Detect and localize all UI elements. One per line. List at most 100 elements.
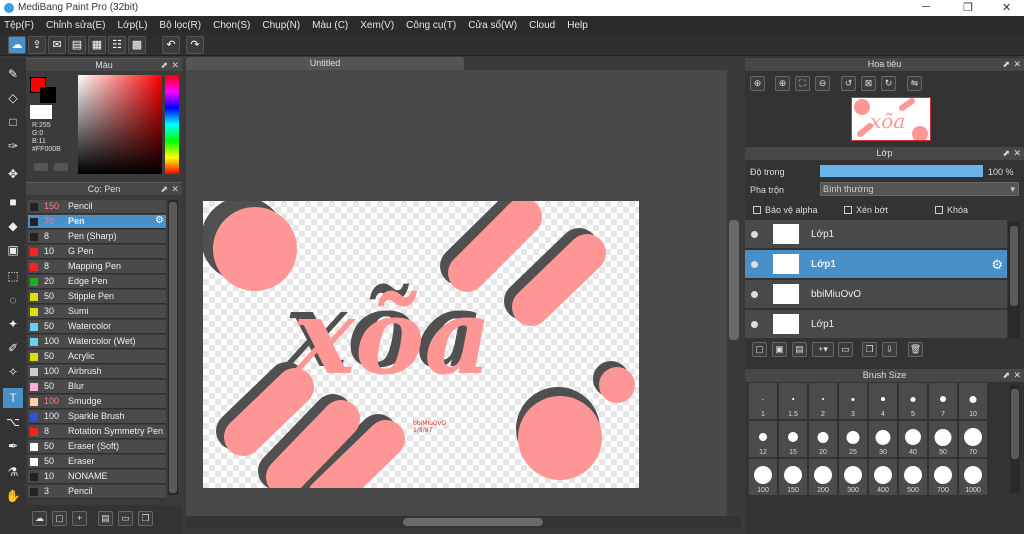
brush-item[interactable]: 10 NONAME bbox=[28, 470, 166, 484]
brush-settings-icon[interactable]: ▤ bbox=[98, 511, 113, 526]
brush-item[interactable]: 8 Rotation Symmetry Pen bbox=[28, 425, 166, 439]
magic-wand-icon[interactable]: ✦ bbox=[3, 314, 23, 334]
duplicate-layer-icon[interactable]: ❐ bbox=[862, 342, 877, 357]
menu-help[interactable]: Help bbox=[567, 20, 588, 31]
fill-rect-tool-icon[interactable]: ■ bbox=[3, 192, 23, 212]
menu-view[interactable]: Xem(V) bbox=[360, 20, 394, 31]
folder-icon[interactable]: ▭ bbox=[838, 342, 853, 357]
brush-size-cell[interactable]: 700 bbox=[929, 459, 957, 495]
canvas-vertical-scrollbar[interactable] bbox=[727, 70, 741, 516]
brush-item[interactable]: 50 Eraser bbox=[28, 455, 166, 469]
menu-edit[interactable]: Chỉnh sửa(E) bbox=[46, 20, 106, 31]
cloud-icon[interactable]: ☁ bbox=[8, 36, 26, 54]
redo-icon[interactable]: ↷ bbox=[186, 36, 204, 54]
folder-icon[interactable]: ▭ bbox=[118, 511, 133, 526]
transparent-swatch[interactable] bbox=[30, 105, 52, 119]
gear-icon[interactable]: ⚙ bbox=[991, 257, 1003, 273]
zoom-in-icon[interactable]: ⊕ bbox=[750, 76, 765, 91]
brush-item[interactable]: 10 G Pen bbox=[28, 245, 166, 259]
document-tab[interactable]: Untitled bbox=[186, 57, 464, 70]
brush-size-cell[interactable]: 7 bbox=[929, 383, 957, 419]
bucket-tool-icon[interactable]: ◆ bbox=[3, 216, 23, 236]
rotate-right-icon[interactable]: ↻ bbox=[881, 76, 896, 91]
flip-icon[interactable]: ⇋ bbox=[907, 76, 922, 91]
lock-checkbox[interactable] bbox=[935, 206, 943, 214]
brush-item[interactable]: 50 Stipple Pen bbox=[28, 290, 166, 304]
visibility-icon[interactable] bbox=[751, 231, 758, 238]
new-brush-icon[interactable]: ▢ bbox=[52, 511, 67, 526]
visibility-icon[interactable] bbox=[751, 261, 758, 268]
zoom-in-2-icon[interactable]: ⊕ bbox=[775, 76, 790, 91]
gradient-tool-icon[interactable]: ▣ bbox=[3, 240, 23, 260]
new-layer-icon[interactable]: ▢ bbox=[752, 342, 767, 357]
new-halftone-layer-icon[interactable]: ▣ bbox=[772, 342, 787, 357]
brush-size-cell[interactable]: 5 bbox=[899, 383, 927, 419]
brush-size-cell[interactable]: 10 bbox=[959, 383, 987, 419]
brush-item[interactable]: 8 Pen (Sharp) bbox=[28, 230, 166, 244]
restore-button[interactable]: ❐ bbox=[963, 1, 973, 14]
brush-item[interactable]: 100 Sparkle Brush bbox=[28, 410, 166, 424]
brush-item[interactable]: 100 Watercolor (Wet) bbox=[28, 335, 166, 349]
undo-icon[interactable]: ↶ bbox=[162, 36, 180, 54]
divide-tool-icon[interactable]: ⌥ bbox=[3, 412, 23, 432]
layer-row[interactable]: Lớp1 bbox=[745, 310, 1007, 339]
zoom-out-icon[interactable]: ⊖ bbox=[815, 76, 830, 91]
message-icon[interactable]: ▤ bbox=[68, 36, 86, 54]
brush-size-cell[interactable]: 70 bbox=[959, 421, 987, 457]
brush-size-cell[interactable]: 20 bbox=[809, 421, 837, 457]
brush-list-scrollbar[interactable] bbox=[168, 200, 178, 495]
grid-icon[interactable]: ▩ bbox=[128, 36, 146, 54]
menu-window[interactable]: Cửa sổ(W) bbox=[468, 20, 517, 31]
brush-size-cell[interactable]: 15 bbox=[779, 421, 807, 457]
brush-size-cell[interactable]: 50 bbox=[929, 421, 957, 457]
brush-size-cell[interactable]: 25 bbox=[839, 421, 867, 457]
comment-icon[interactable]: ✉ bbox=[48, 36, 66, 54]
background-color-swatch[interactable] bbox=[40, 87, 56, 103]
brush-size-cell[interactable]: 150 bbox=[779, 459, 807, 495]
brush-item[interactable]: 20 Edge Pen bbox=[28, 275, 166, 289]
eraser-tool-icon[interactable]: ◇ bbox=[3, 88, 23, 108]
menu-layer[interactable]: Lớp(L) bbox=[118, 20, 148, 31]
lasso-tool-icon[interactable]: ◌ bbox=[3, 290, 23, 310]
menu-color[interactable]: Màu (C) bbox=[312, 20, 348, 31]
close-panel-icon[interactable]: ✕ bbox=[1013, 147, 1021, 160]
close-panel-icon[interactable]: ✕ bbox=[1013, 58, 1021, 71]
select-eraser-icon[interactable]: ✧ bbox=[3, 362, 23, 382]
brush-size-cell[interactable]: 30 bbox=[869, 421, 897, 457]
vertical-scroll-thumb[interactable] bbox=[729, 220, 739, 340]
add-brush-icon[interactable]: + bbox=[72, 511, 87, 526]
brush-size-cell[interactable]: 3 bbox=[839, 383, 867, 419]
brush-size-cell[interactable]: 500 bbox=[899, 459, 927, 495]
navigator-preview[interactable]: xõa bbox=[851, 97, 931, 142]
canvas-horizontal-scrollbar[interactable] bbox=[186, 516, 741, 528]
list-icon[interactable]: ☷ bbox=[108, 36, 126, 54]
move-tool-icon[interactable]: ✥ bbox=[3, 164, 23, 184]
brush-size-cell[interactable]: 400 bbox=[869, 459, 897, 495]
brush-item[interactable]: 8 Mapping Pen bbox=[28, 260, 166, 274]
brush-size-cell[interactable]: 1000 bbox=[959, 459, 987, 495]
brush-item[interactable]: 50 Eraser (Soft) bbox=[28, 440, 166, 454]
add-layer-menu-icon[interactable]: +▾ bbox=[812, 342, 834, 357]
cloud-brush-icon[interactable]: ☁ bbox=[32, 511, 47, 526]
brush-item[interactable]: 50 Acrylic bbox=[28, 350, 166, 364]
brush-size-cell[interactable]: 100 bbox=[749, 459, 777, 495]
expand-icon[interactable]: ⬈ bbox=[1002, 147, 1010, 160]
text-tool-icon[interactable]: T bbox=[3, 388, 23, 408]
select-tool-icon[interactable]: ⬚ bbox=[3, 266, 23, 286]
minimize-button[interactable]: ─ bbox=[922, 1, 930, 13]
protect-alpha-checkbox[interactable] bbox=[753, 206, 761, 214]
brush-size-scrollbar[interactable] bbox=[1010, 385, 1020, 493]
brush-item[interactable]: 50 Blur bbox=[28, 380, 166, 394]
brush-size-cell[interactable]: 12 bbox=[749, 421, 777, 457]
new-8bit-layer-icon[interactable]: ▤ bbox=[792, 342, 807, 357]
delete-layer-icon[interactable]: 🗑 bbox=[908, 342, 923, 357]
brush-size-cell[interactable]: 2 bbox=[809, 383, 837, 419]
rotate-left-icon[interactable]: ↺ bbox=[841, 76, 856, 91]
brush-item[interactable]: 70 Pen ⚙ bbox=[28, 215, 166, 229]
color-history-button[interactable] bbox=[34, 163, 48, 171]
hand-tool-icon[interactable]: ✋ bbox=[3, 486, 23, 506]
layer-row[interactable]: Lớp1 bbox=[745, 220, 1007, 249]
brush-item[interactable]: 30 Sumi bbox=[28, 305, 166, 319]
brush-item[interactable]: 100 Airbrush bbox=[28, 365, 166, 379]
brush-size-cell[interactable]: 40 bbox=[899, 421, 927, 457]
